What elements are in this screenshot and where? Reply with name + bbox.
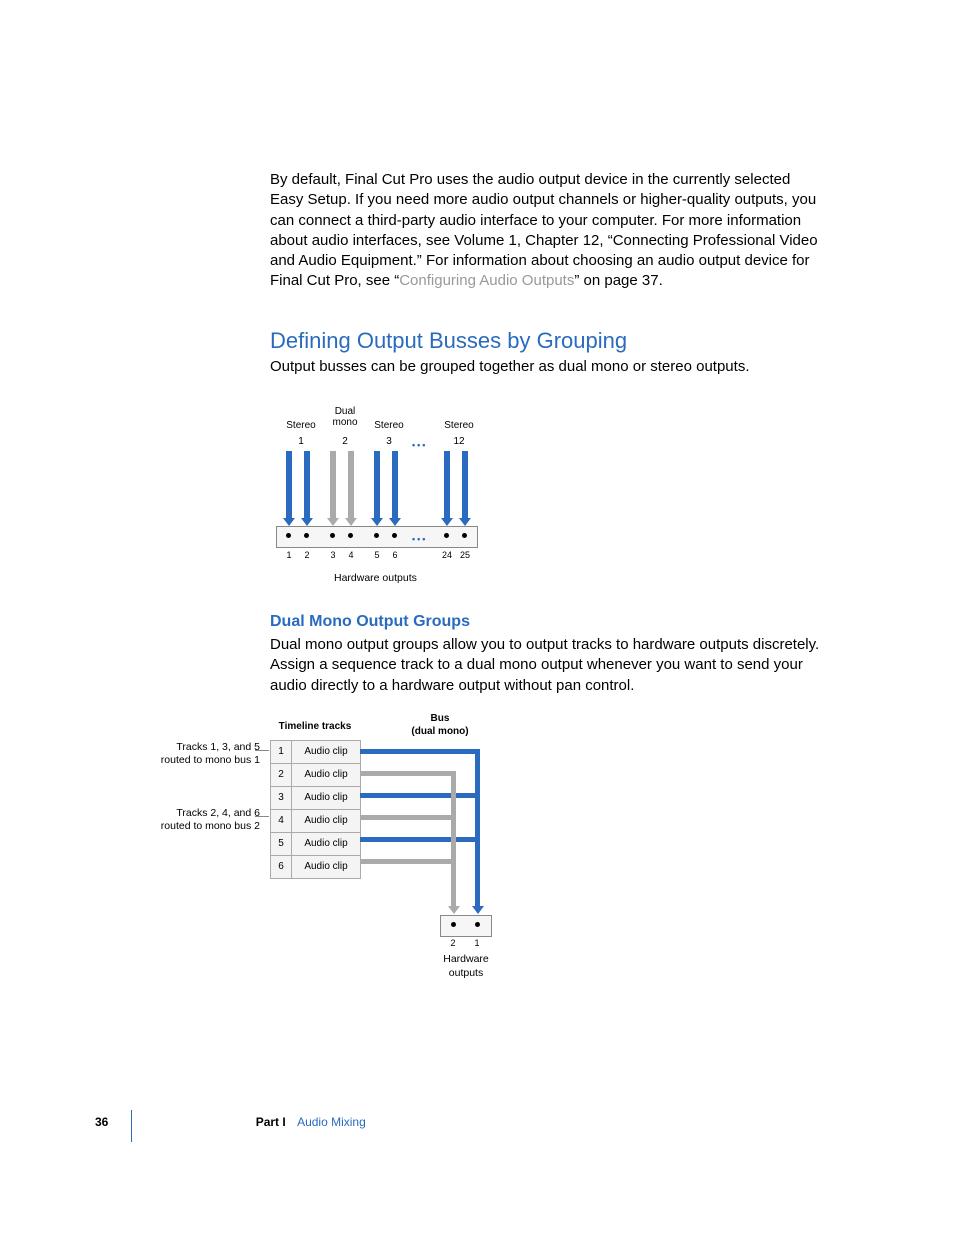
track-row: 5Audio clip [271, 832, 361, 855]
footer-part: Part I [256, 1115, 286, 1129]
hdr-bus-l2: (dual mono) [411, 726, 468, 737]
bus-number: 2 [334, 435, 356, 449]
diagram-output-busses: Hardware outputs Stereo 1 Dualmono 2 Stereo 3… [274, 391, 514, 591]
arrowhead-icon [472, 906, 484, 914]
route-line [475, 749, 480, 908]
intro-paragraph: By default, Final Cut Pro uses the audio… [270, 170, 824, 292]
hdr-bus-l1: Bus [431, 713, 450, 724]
hw-dot [475, 922, 480, 927]
route-line [360, 859, 456, 864]
track-clip: Audio clip [292, 832, 361, 855]
hw-num: 24 [441, 549, 453, 561]
track-row: 1Audio clip [271, 740, 361, 763]
route-line [360, 793, 480, 798]
page-footer: 36 Part I Audio Mixing [95, 1114, 366, 1130]
arrowhead-icon [448, 906, 460, 914]
track-clip: Audio clip [292, 855, 361, 878]
note2-connector [255, 816, 269, 817]
bus-arrow-icon [286, 451, 292, 526]
hw-num: 2 [448, 937, 458, 949]
track-clip: Audio clip [292, 786, 361, 809]
note-tracks-246: Tracks 2, 4, and 6 routed to mono bus 2 [120, 807, 260, 833]
hardware-output-box [440, 915, 492, 937]
route-line [360, 837, 480, 842]
ellipsis-icon: ••• [412, 439, 427, 451]
note1-l1: Tracks 1, 3, and 5 [176, 741, 260, 753]
ellipsis-icon: ••• [412, 533, 427, 545]
hdr-timeline-tracks: Timeline tracks [270, 720, 360, 734]
bus-type-label: Dualmono [320, 406, 370, 428]
track-clip: Audio clip [292, 809, 361, 832]
bus-arrow-icon [304, 451, 310, 526]
bus-arrow-icon [348, 451, 354, 526]
track-number: 1 [271, 740, 292, 763]
track-number: 6 [271, 855, 292, 878]
route-line [360, 815, 456, 820]
track-number: 5 [271, 832, 292, 855]
track-clip: Audio clip [292, 740, 361, 763]
footer-chapter: Audio Mixing [297, 1115, 366, 1129]
hw-num: 5 [371, 549, 383, 561]
bus-number: 12 [448, 435, 470, 449]
track-row: 4Audio clip [271, 809, 361, 832]
bus-arrow-icon [444, 451, 450, 526]
section2-lead: Dual mono output groups allow you to out… [270, 635, 824, 696]
diagram-dual-mono: Timeline tracks Bus (dual mono) 1Audio c… [140, 708, 700, 1008]
track-clip: Audio clip [292, 763, 361, 786]
timeline-tracks-table: 1Audio clip2Audio clip3Audio clip4Audio … [270, 740, 361, 879]
note-tracks-135: Tracks 1, 3, and 5 routed to mono bus 1 [120, 741, 260, 767]
hw-num: 2 [301, 549, 313, 561]
page-number: 36 [95, 1114, 108, 1130]
route-line [360, 771, 456, 776]
bus-number: 3 [378, 435, 400, 449]
note1-connector [255, 750, 269, 751]
bus-arrow-icon [374, 451, 380, 526]
footer-rule [131, 1110, 132, 1142]
bus-type-label: Stereo [366, 419, 412, 433]
bus-arrow-icon [462, 451, 468, 526]
bus-type-label: Stereo [436, 419, 482, 433]
note1-l2: routed to mono bus 1 [161, 754, 260, 766]
note2-l1: Tracks 2, 4, and 6 [176, 807, 260, 819]
route-line [451, 771, 456, 908]
hw-num: 25 [459, 549, 471, 561]
track-row: 2Audio clip [271, 763, 361, 786]
route-line [360, 749, 480, 754]
bus-number: 1 [290, 435, 312, 449]
heading-dual-mono-output-groups: Dual Mono Output Groups [270, 611, 824, 633]
link-configuring-audio-outputs[interactable]: Configuring Audio Outputs [399, 272, 574, 289]
note2-l2: routed to mono bus 2 [161, 820, 260, 832]
hw-label-l1: Hardware [443, 953, 489, 965]
hardware-outputs-label: Hardware outputs [436, 952, 496, 980]
bus-arrow-icon [330, 451, 336, 526]
hw-num: 1 [472, 937, 482, 949]
hw-num: 1 [283, 549, 295, 561]
hdr-bus: Bus (dual mono) [400, 712, 480, 739]
hw-num: 4 [345, 549, 357, 561]
bus-arrow-icon [392, 451, 398, 526]
hw-dot [451, 922, 456, 927]
heading-defining-output-busses: Defining Output Busses by Grouping [270, 326, 824, 356]
track-number: 3 [271, 786, 292, 809]
track-number: 2 [271, 763, 292, 786]
track-number: 4 [271, 809, 292, 832]
intro-text-b: ” on page 37. [574, 272, 662, 289]
hw-num: 3 [327, 549, 339, 561]
section1-lead: Output busses can be grouped together as… [270, 357, 824, 377]
hw-num: 6 [389, 549, 401, 561]
hw-label-l2: outputs [449, 967, 483, 979]
bus-type-label: Stereo [278, 419, 324, 433]
track-row: 6Audio clip [271, 855, 361, 878]
track-row: 3Audio clip [271, 786, 361, 809]
diagram1-caption: Hardware outputs [334, 571, 417, 585]
